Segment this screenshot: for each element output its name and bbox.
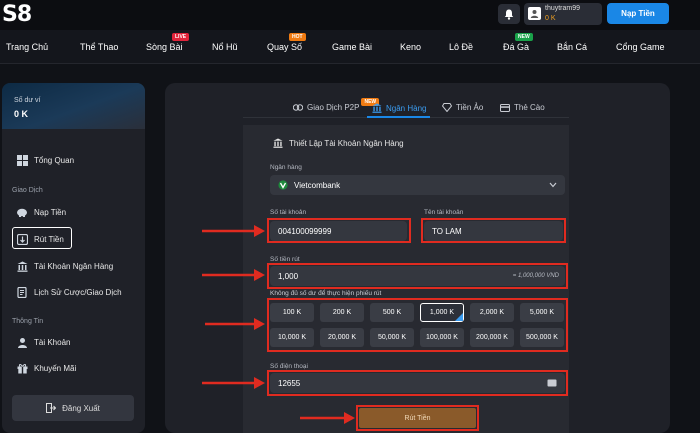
sidebar-item-promotion[interactable]: Khuyến Mãi [16, 362, 76, 374]
tab-active-indicator [367, 116, 430, 118]
amount-option[interactable]: 100,000 K [420, 328, 464, 347]
form-title: Thiết Lập Tài Khoản Ngân Hàng [273, 138, 404, 148]
user-icon [530, 10, 539, 18]
wallet-card: Số dư ví 0 K [2, 83, 145, 129]
gift-icon [17, 363, 27, 373]
phone-input[interactable]: 12655 [270, 373, 565, 393]
insufficient-balance-note: Không đủ số dư để thực hiện phiếu rút [270, 290, 382, 297]
live-badge: LIVE [172, 33, 190, 41]
logout-icon [46, 403, 57, 413]
sidebar-item-label: Tài Khoản [34, 337, 71, 347]
nav-item-ban-ca[interactable]: Bắn Cá [557, 42, 587, 52]
p2p-icon [293, 104, 303, 111]
wallet-label: Số dư ví [14, 97, 41, 104]
amount-option[interactable]: 20,000 K [320, 328, 364, 347]
nav-item-the-thao[interactable]: Thể Thao [80, 42, 118, 52]
withdraw-icon [16, 233, 28, 245]
amount-option[interactable]: 2,000 K [470, 303, 514, 322]
sidebar-item-label: Tài Khoản Ngân Hàng [34, 261, 114, 271]
vietcombank-logo-icon [278, 180, 288, 190]
sidebar-item-account[interactable]: Tài Khoản [16, 336, 70, 348]
bank-icon [273, 138, 283, 148]
phone-label: Số điện thoại [270, 363, 308, 370]
amount-label: Số tiền rút [270, 256, 300, 263]
deposit-button[interactable]: Nạp Tiền [607, 3, 669, 24]
dashboard-icon [16, 154, 28, 166]
sidebar-item-deposit[interactable]: Nạp Tiền [16, 206, 66, 218]
tab-crypto[interactable]: Tiền Ảo [442, 103, 483, 112]
account-number-input[interactable]: 004100099999 [270, 221, 407, 241]
main-nav: Trang Chủ Thể Thao Sòng Bài LIVE Nổ Hũ Qu… [0, 30, 700, 64]
withdraw-submit-button[interactable]: Rút Tiền [359, 408, 476, 428]
tab-card[interactable]: Thẻ Cào [500, 103, 545, 112]
amount-option[interactable]: 100 K [270, 303, 314, 322]
sidebar-item-label: Nạp Tiền [34, 207, 67, 217]
amount-option[interactable]: 50,000 K [370, 328, 414, 347]
amount-option[interactable]: 10,000 K [270, 328, 314, 347]
nav-item-da-ga[interactable]: Đá Gà NEW [503, 33, 533, 52]
top-bar: S8 thuytram99 0 K Nạp Tiền [0, 0, 700, 30]
avatar [528, 7, 541, 20]
piggy-bank-icon [17, 208, 27, 217]
sidebar-item-label: Lịch Sử Cược/Giao Dịch [34, 287, 122, 297]
chevron-down-icon [549, 182, 557, 188]
bell-icon [504, 9, 514, 20]
account-name-input[interactable]: TO LAM [424, 221, 563, 241]
sidebar-item-bank-account[interactable]: Tài Khoản Ngân Hàng [16, 260, 113, 272]
site-logo[interactable]: S8 [2, 2, 32, 27]
amount-option[interactable]: 200 K [320, 303, 364, 322]
sidebar-item-label: Tổng Quan [34, 155, 75, 165]
account-name-label: Tên tài khoản [424, 209, 464, 216]
bank-select[interactable]: Vietcombank [270, 175, 565, 195]
username: thuytram99 [545, 5, 581, 12]
nav-item-lo-de[interactable]: Lô Đề [449, 42, 473, 52]
nav-item-game-bai[interactable]: Game Bài [332, 42, 372, 52]
nav-item-cong-game[interactable]: Cổng Game [616, 42, 665, 52]
amount-option[interactable]: 500 K [370, 303, 414, 322]
bank-icon [372, 103, 382, 113]
amount-option-selected[interactable]: 1,000 K [420, 303, 464, 322]
user-balance: 0 K [545, 15, 556, 22]
sidebar-item-overview[interactable]: Tổng Quan [16, 154, 74, 166]
amount-option[interactable]: 200,000 K [470, 328, 514, 347]
bank-select-value: Vietcombank [294, 180, 341, 190]
keyboard-icon[interactable] [547, 379, 557, 387]
bank-label: Ngân hàng [270, 164, 302, 171]
nav-item-keno[interactable]: Keno [400, 42, 421, 52]
nav-item-song-bai[interactable]: Sòng Bài LIVE [146, 33, 190, 52]
sidebar-item-label: Khuyến Mãi [34, 363, 77, 373]
section-transactions: Giao Dịch [12, 187, 43, 194]
sidebar-item-history[interactable]: Lịch Sử Cược/Giao Dịch [16, 286, 122, 298]
user-icon [17, 337, 27, 348]
logout-button[interactable]: Đăng Xuất [12, 395, 134, 421]
user-box[interactable]: thuytram99 0 K [524, 3, 602, 25]
nav-item-no-hu[interactable]: Nổ Hũ [212, 42, 238, 52]
bank-icon [17, 261, 27, 272]
history-icon [16, 286, 27, 298]
sidebar-item-withdraw[interactable]: Rút Tiền [16, 233, 64, 245]
notification-button[interactable] [498, 4, 520, 24]
amount-input[interactable]: 1,000 = 1,000,000 VND [270, 266, 565, 286]
amount-converted: = 1,000,000 VND [512, 273, 559, 279]
account-sidebar [2, 83, 145, 433]
tab-bank[interactable]: Ngân Hàng [372, 103, 426, 113]
account-number-label: Số tài khoản [270, 209, 307, 216]
new-badge: NEW [515, 33, 533, 41]
tab-p2p[interactable]: Giao Dịch P2P NEW [293, 97, 381, 112]
wallet-value: 0 K [14, 109, 29, 119]
amount-option[interactable]: 5,000 K [520, 303, 564, 322]
nav-item-quay-so[interactable]: Quay Số HOT [267, 33, 306, 52]
sidebar-item-label: Rút Tiền [34, 234, 64, 244]
diamond-icon [442, 103, 452, 112]
hot-badge: HOT [289, 33, 306, 41]
section-info: Thông Tin [12, 318, 44, 325]
card-icon [500, 103, 510, 112]
nav-item-trang-chu[interactable]: Trang Chủ [6, 42, 48, 52]
check-corner-icon [455, 313, 463, 321]
amount-option[interactable]: 500,000 K [520, 328, 564, 347]
